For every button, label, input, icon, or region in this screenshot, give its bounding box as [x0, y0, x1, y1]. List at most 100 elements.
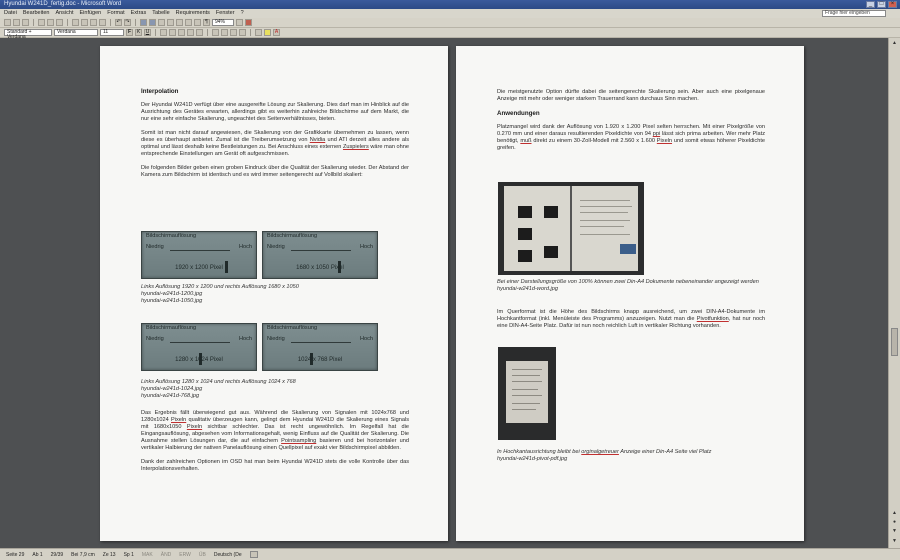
copy-icon[interactable] — [81, 19, 88, 26]
redo-icon[interactable]: ↷ — [124, 19, 131, 26]
justify-icon[interactable] — [187, 29, 194, 36]
photo-text-line — [580, 212, 628, 213]
bold-icon[interactable]: F — [126, 29, 133, 36]
underline-icon[interactable]: U — [144, 29, 151, 36]
align-left-icon[interactable] — [160, 29, 167, 36]
toolbar-separator — [155, 29, 156, 36]
right-page-text: Die meistgenutzte Option dürfte dabei di… — [497, 89, 765, 159]
status-column: Sp 1 — [123, 551, 134, 558]
menu-einfuegen[interactable]: Einfügen — [80, 9, 102, 18]
help-icon[interactable] — [236, 19, 243, 26]
maximize-icon[interactable]: □ — [877, 1, 886, 8]
photo-page-divider — [570, 186, 572, 271]
photo-text-line — [512, 375, 540, 376]
next-page-icon[interactable]: ▼ — [891, 528, 898, 535]
browse-object-icon[interactable]: ● — [891, 519, 898, 526]
paste-icon[interactable] — [90, 19, 97, 26]
document-workspace[interactable]: Interpolation Der Hyundai W241D verfügt … — [0, 38, 888, 548]
menu-help[interactable]: ? — [241, 9, 244, 18]
osd-low-label: Niedrig — [267, 336, 285, 342]
minimize-icon[interactable]: _ — [866, 1, 875, 8]
osd-photo-768: Bildschirmauflösung Niedrig Hoch 1024 x … — [262, 323, 378, 371]
toolbar-separator — [207, 29, 208, 36]
osd-photo-1024: Bildschirmauflösung Niedrig Hoch 1280 x … — [141, 323, 257, 371]
status-overtype[interactable]: ÜB — [199, 552, 206, 558]
help-search-input[interactable]: Frage hier eingeben — [822, 10, 886, 17]
close-icon[interactable]: × — [888, 1, 897, 8]
status-track-changes[interactable]: ÄND — [161, 552, 172, 558]
format-painter-icon[interactable] — [99, 19, 106, 26]
document-map-icon[interactable] — [194, 19, 201, 26]
drawing-icon[interactable] — [185, 19, 192, 26]
tables-borders-icon[interactable] — [149, 19, 156, 26]
scroll-up-icon[interactable]: ▲ — [891, 40, 898, 47]
align-center-icon[interactable] — [169, 29, 176, 36]
insert-excel-icon[interactable] — [167, 19, 174, 26]
columns-icon[interactable] — [176, 19, 183, 26]
menu-extras[interactable]: Extras — [131, 9, 147, 18]
scroll-down-icon[interactable]: ▼ — [891, 538, 898, 545]
osd-title: Bildschirmauflösung — [267, 233, 318, 239]
font-color-icon[interactable]: A — [273, 29, 280, 36]
style-select[interactable]: Standard + Verdana — [4, 29, 52, 40]
paragraph: Dank der zahlreichen Optionen im OSD hat… — [141, 459, 409, 472]
photo-thumbnail — [544, 206, 558, 218]
photo-thumbnail — [518, 228, 532, 240]
window-controls: _ □ × — [866, 1, 897, 8]
photo-text-line — [512, 369, 542, 370]
status-page: Seite 29 — [6, 551, 25, 558]
cut-icon[interactable] — [72, 19, 79, 26]
status-language[interactable]: Deutsch (De — [214, 552, 242, 558]
font-size-select[interactable]: 11 — [100, 29, 124, 36]
read-mode-icon[interactable] — [245, 19, 252, 26]
spellcheck-status-icon[interactable] — [249, 551, 258, 558]
osd-high-label: Hoch — [359, 244, 373, 250]
osd-slider-track — [291, 250, 351, 273]
insert-table-icon[interactable] — [158, 19, 165, 26]
menu-bearbeiten[interactable]: Bearbeiten — [23, 9, 50, 18]
line-spacing-icon[interactable] — [196, 29, 203, 36]
toolbar-separator — [67, 19, 68, 26]
menu-ansicht[interactable]: Ansicht — [55, 9, 73, 18]
photo-text-line — [580, 234, 630, 235]
show-hide-icon[interactable]: ¶ — [203, 19, 210, 26]
hyperlink-icon[interactable] — [140, 19, 147, 26]
open-icon[interactable] — [13, 19, 20, 26]
save-icon[interactable] — [22, 19, 29, 26]
highlight-icon[interactable] — [264, 29, 271, 36]
spellcheck-icon[interactable] — [56, 19, 63, 26]
decrease-indent-icon[interactable] — [230, 29, 237, 36]
zoom-select[interactable]: 94% — [212, 19, 234, 26]
menu-requirements[interactable]: Requirements — [176, 9, 210, 18]
numbering-icon[interactable] — [212, 29, 219, 36]
status-extend[interactable]: ERW — [179, 552, 191, 558]
spelling-marked-word: Pixeln — [170, 417, 187, 423]
vertical-scrollbar[interactable]: ▲ ▲ ● ▼ ▼ — [888, 38, 900, 548]
photo-screen — [504, 186, 638, 271]
status-macro[interactable]: MAK — [142, 552, 153, 558]
document-page-left[interactable]: Interpolation Der Hyundai W241D verfügt … — [100, 46, 448, 541]
increase-indent-icon[interactable] — [239, 29, 246, 36]
undo-icon[interactable]: ↶ — [115, 19, 122, 26]
align-right-icon[interactable] — [178, 29, 185, 36]
menu-fenster[interactable]: Fenster — [216, 9, 235, 18]
photo-image-inset — [620, 244, 636, 254]
photo-thumbnail — [518, 250, 532, 262]
bullets-icon[interactable] — [221, 29, 228, 36]
font-select[interactable]: Verdana — [54, 29, 98, 36]
left-page-text: Interpolation Der Hyundai W241D verfügt … — [141, 88, 409, 186]
photo-text-line — [580, 226, 624, 227]
print-preview-icon[interactable] — [47, 19, 54, 26]
menu-datei[interactable]: Datei — [4, 9, 17, 18]
print-icon[interactable] — [38, 19, 45, 26]
border-icon[interactable] — [255, 29, 262, 36]
italic-icon[interactable]: K — [135, 29, 142, 36]
osd-slider-track — [291, 342, 351, 365]
menu-format[interactable]: Format — [107, 9, 124, 18]
document-page-right[interactable]: Die meistgenutzte Option dürfte dabei di… — [456, 46, 804, 541]
menu-tabelle[interactable]: Tabelle — [152, 9, 169, 18]
previous-page-icon[interactable]: ▲ — [891, 510, 898, 517]
scrollbar-thumb[interactable] — [891, 328, 898, 356]
section-heading-interpolation: Interpolation — [141, 88, 179, 95]
new-document-icon[interactable] — [4, 19, 11, 26]
